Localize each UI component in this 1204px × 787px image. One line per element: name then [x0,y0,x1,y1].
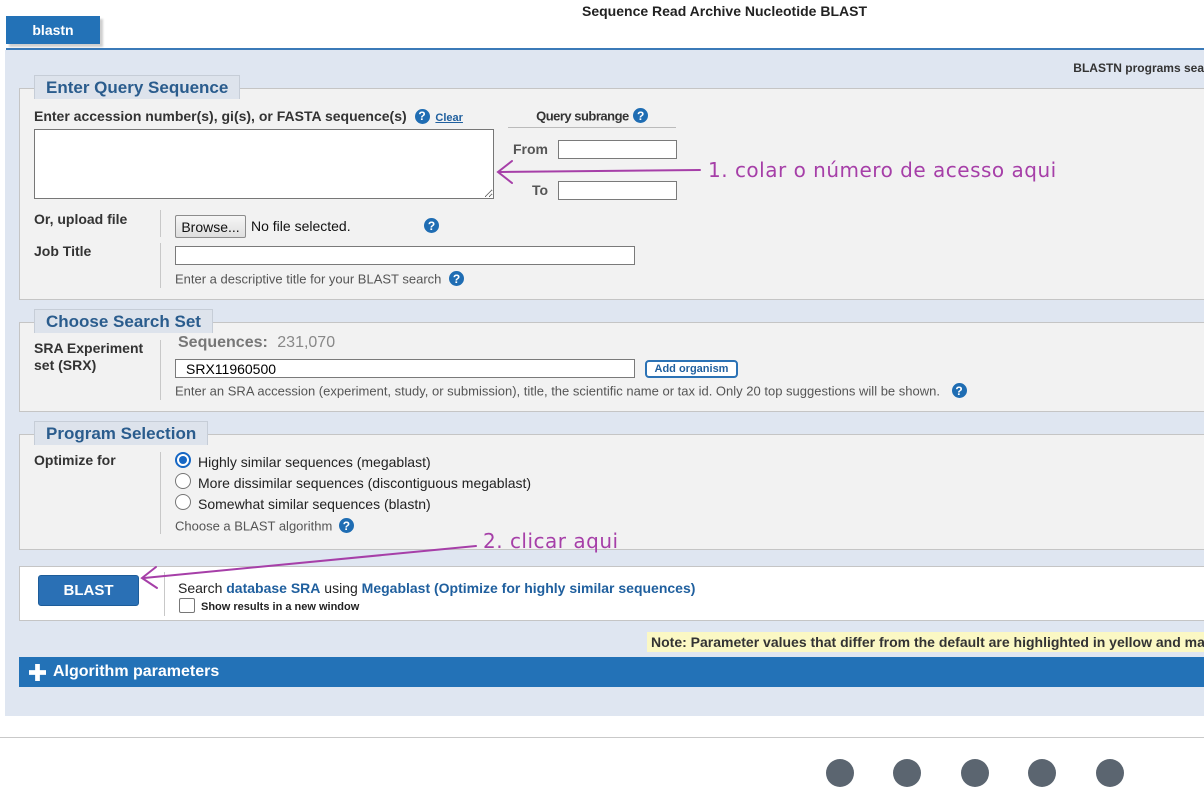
srx-hint: Enter an SRA accession (experiment, stud… [175,383,967,399]
program-hint: Choose a BLAST algorithm ? [175,518,354,534]
page-title: Sequence Read Archive Nucleotide BLAST [582,3,867,19]
subrange-from-input[interactable] [558,140,677,159]
query-label: Enter accession number(s), gi(s), or FAS… [34,108,463,124]
plus-icon [29,664,46,681]
program-divider [160,452,161,534]
job-title-label: Job Title [34,243,92,259]
optimize-label: Optimize for [34,452,116,468]
database-link[interactable]: database SRA [226,580,320,596]
sequences-count: Sequences: 231,070 [178,334,335,352]
srx-label: SRA Experiment set (SRX) [34,340,144,373]
clear-link[interactable]: Clear [435,112,463,124]
radio-discontiguous-megablast[interactable] [175,473,191,489]
algorithm-parameters-label: Algorithm parameters [53,663,220,680]
upload-file-label: Or, upload file [34,211,128,227]
srx-input[interactable] [175,359,635,378]
job-title-hint-text: Enter a descriptive title for your BLAST… [175,271,442,287]
annotation-step2: 2. clicar aqui [483,529,619,553]
from-label: From [513,141,548,157]
help-icon[interactable]: ? [338,518,354,533]
upload-divider [160,210,161,237]
subrange-to-input[interactable] [558,181,677,200]
footer-divider [0,737,1204,738]
browse-button[interactable]: Browse... [175,215,246,238]
social-icon[interactable] [893,759,921,787]
query-legend: Enter Query Sequence [34,75,241,99]
program-legend: Program Selection [34,421,209,445]
to-label: To [532,182,549,198]
help-icon[interactable]: ? [449,271,465,286]
help-icon[interactable]: ? [951,383,967,398]
radio-megablast[interactable] [175,452,191,468]
help-icon[interactable]: ? [424,218,439,233]
sequences-label: Sequences: [178,334,268,351]
search-set-legend: Choose Search Set [34,309,213,333]
add-organism-button[interactable]: Add organism [645,360,738,378]
job-title-hint: Enter a descriptive title for your BLAST… [175,271,465,287]
new-window-label: Show results in a new window [201,601,360,613]
radio-blastn[interactable] [175,494,191,510]
social-icon[interactable] [961,759,989,787]
search-word: Search [178,580,223,596]
subrange-divider [508,127,676,128]
new-window-checkbox[interactable] [179,598,195,613]
job-title-divider [160,243,161,288]
algorithm-parameters-toggle[interactable]: Algorithm parameters [19,657,1204,687]
option-megablast-label: Highly similar sequences (megablast) [198,454,431,470]
annotation-step1: 1. colar o número de acesso aqui [708,158,1057,182]
social-icon[interactable] [1028,759,1056,787]
search-set-divider [160,340,161,400]
blast-button[interactable]: BLAST [38,575,139,606]
program-hint-text: Choose a BLAST algorithm [175,518,333,534]
srx-hint-text: Enter an SRA accession (experiment, stud… [175,383,940,399]
file-status: No file selected. [251,218,351,234]
sequences-value: 231,070 [277,334,336,351]
option-blastn-label: Somewhat similar sequences (blastn) [198,496,431,512]
parameter-note: Note: Parameter values that differ from … [647,632,1204,652]
search-summary: Search database SRA using Megablast (Opt… [178,580,695,596]
program-description: BLASTN programs sea [1073,61,1204,75]
submit-divider [164,572,165,616]
help-icon[interactable]: ? [632,108,648,123]
help-icon[interactable]: ? [414,108,430,124]
query-label-text: Enter accession number(s), gi(s), or FAS… [34,108,407,124]
query-subrange-title: Query subrange ? [508,108,676,124]
social-icon[interactable] [1096,759,1124,787]
query-subrange-label: Query subrange [536,108,629,124]
tab-blastn[interactable]: blastn [6,16,100,44]
query-sequence-input[interactable] [34,129,494,199]
option-dc-megablast-label: More dissimilar sequences (discontiguous… [198,475,532,491]
algorithm-link[interactable]: Megablast (Optimize for highly similar s… [362,580,696,596]
social-icon[interactable] [826,759,854,787]
using-word: using [324,580,358,596]
job-title-input[interactable] [175,246,635,265]
